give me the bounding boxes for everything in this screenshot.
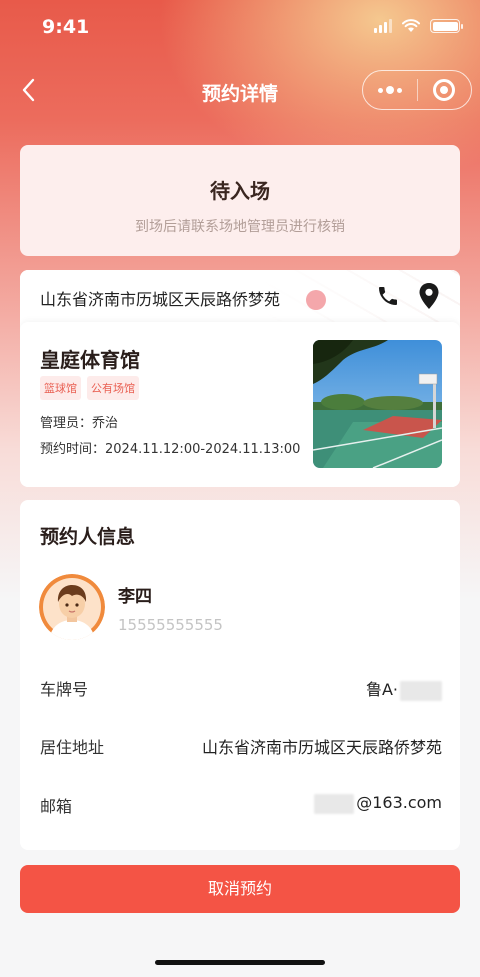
signal-icon [374,19,392,33]
venue-card: 山东省济南市历城区天辰路侨梦苑 皇庭体育馆 篮球馆 公有场馆 管理员：乔治 预约… [20,270,460,487]
booking-time: 预约时间：2024.11.12:00-2024.11.13:00 [40,442,301,457]
venue-address-bar: 山东省济南市历城区天辰路侨梦苑 [20,270,460,322]
nav-bar: 预约详情 [0,66,480,116]
venue-name: 皇庭体育馆 [40,348,140,372]
plate-label: 车牌号 [40,680,89,699]
booking-status-card: 待入场 到场后请联系场地管理员进行核销 [20,145,460,256]
close-target-icon [433,79,456,101]
home-indicator [155,960,325,965]
plate-value: 鲁A· [366,676,442,701]
more-dots-icon [377,86,402,94]
mini-program-capsule [362,70,472,110]
map-marker-dot [306,290,326,310]
wifi-icon [402,19,420,32]
email-label: 邮箱 [40,797,73,816]
status-bar: 9:41 [0,0,480,58]
booking-status-subtitle: 到场后请联系场地管理员进行核销 [135,219,345,235]
booker-phone: 15555555555 [118,616,223,634]
venue-info[interactable]: 皇庭体育馆 篮球馆 公有场馆 管理员：乔治 预约时间：2024.11.12:00… [20,322,460,487]
venue-photo[interactable] [313,340,442,468]
status-time: 9:41 [42,16,90,38]
venue-manager: 管理员：乔治 [40,416,119,431]
plate-row: 车牌号 鲁A· [40,676,442,701]
status-icons [374,19,463,33]
address-row: 居住地址 山东省济南市历城区天辰路侨梦苑 [40,734,442,758]
cancel-booking-button[interactable]: 取消预约 [20,865,460,913]
section-title: 预约人信息 [40,526,136,548]
address-label: 居住地址 [40,738,105,757]
venue-address: 山东省济南市历城区天辰路侨梦苑 [40,290,281,309]
email-value: @163.com [314,793,442,814]
avatar [39,574,105,640]
venue-tags: 篮球馆 公有场馆 [40,376,139,400]
venue-tag: 篮球馆 [40,376,81,400]
battery-icon [430,19,463,33]
venue-tag: 公有场馆 [87,376,139,400]
booking-status-title: 待入场 [210,179,270,203]
email-row: 邮箱 @163.com [40,793,442,817]
more-button[interactable] [363,70,417,110]
booker-name: 李四 [118,587,152,607]
address-value: 山东省济南市历城区天辰路侨梦苑 [201,738,442,757]
close-button[interactable] [417,70,471,110]
location-pin-icon[interactable] [418,282,440,310]
booker-info-card: 预约人信息 李四 15555555555 车牌号 鲁A· 居住地址 山东省济南市… [20,500,460,850]
phone-icon[interactable] [376,284,400,308]
